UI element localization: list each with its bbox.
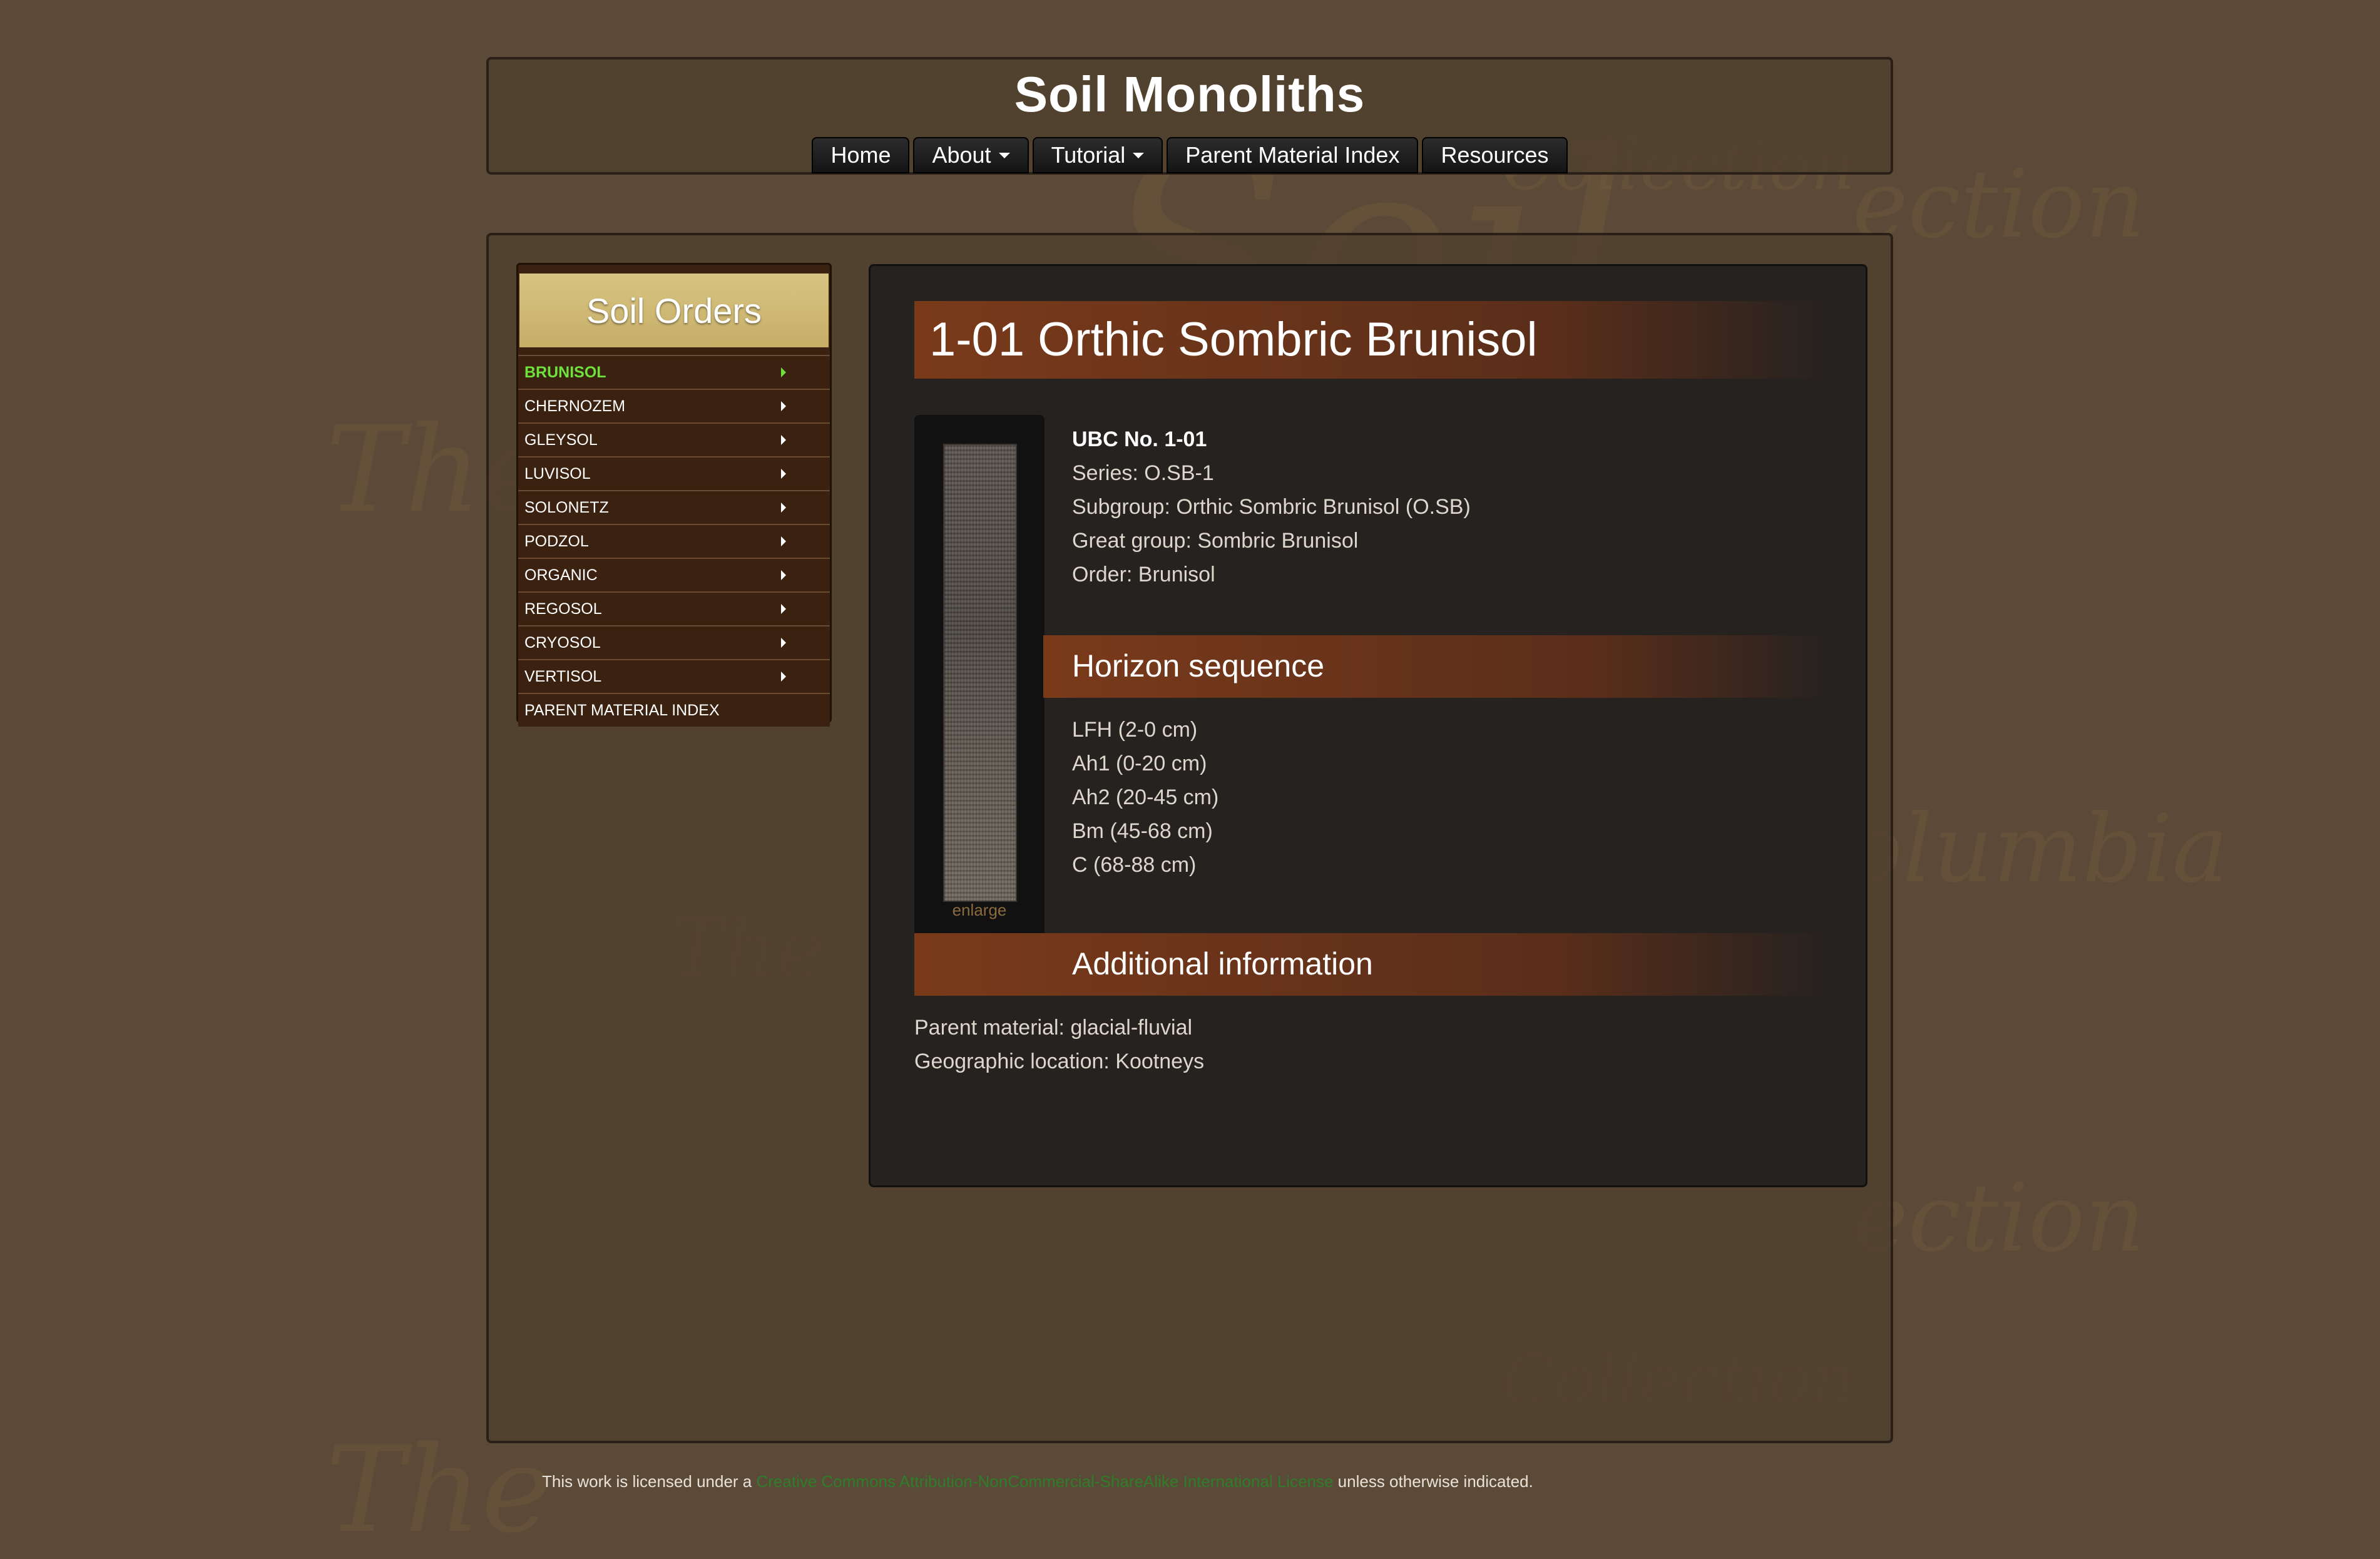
order: Order: Brunisol	[1072, 563, 1215, 586]
sidebar-item-label: GLEYSOL	[524, 431, 598, 449]
sidebar-heading: Soil Orders	[519, 273, 829, 347]
soil-monolith-image[interactable]	[943, 444, 1017, 902]
nav-tutorial-label: Tutorial	[1051, 142, 1126, 168]
sidebar-item-organic[interactable]: ORGANIC	[518, 558, 830, 591]
sidebar-item-brunisol[interactable]: BRUNISOL	[518, 355, 830, 389]
watermark-text: ection	[1852, 150, 2145, 259]
sidebar-item-label: VERTISOL	[524, 667, 602, 685]
sidebar-item-label: CHERNOZEM	[524, 397, 626, 415]
nav-about-label: About	[932, 142, 991, 168]
sidebar-item-label: CRYOSOL	[524, 633, 601, 652]
caret-right-icon	[781, 672, 786, 682]
caret-right-icon	[781, 638, 786, 648]
geographic-location: Geographic location: Kootneys	[914, 1050, 1205, 1073]
sidebar-item-label: PARENT MATERIAL INDEX	[524, 701, 720, 719]
horizon-sequence-heading: Horizon sequence	[1072, 648, 1325, 683]
horizon-item: LFH (2-0 cm)	[1072, 718, 1198, 742]
parent-material: Parent material: glacial-fluvial	[914, 1016, 1193, 1040]
nav-about[interactable]: About	[913, 137, 1029, 173]
caret-right-icon	[781, 604, 786, 614]
horizon-item: Ah2 (20-45 cm)	[1072, 785, 1219, 809]
monolith-title-bar: 1-01 Orthic Sombric Brunisol	[914, 301, 1828, 379]
sidebar-item-label: SOLONETZ	[524, 498, 609, 516]
sidebar-item-chernozem[interactable]: CHERNOZEM	[518, 389, 830, 422]
sidebar-item-vertisol[interactable]: VERTISOL	[518, 659, 830, 693]
footer-suffix: unless otherwise indicated.	[1333, 1472, 1533, 1491]
main-container: Soil Orders BRUNISOL CHERNOZEM GLEYSOL L…	[486, 233, 1893, 1443]
caret-down-icon	[998, 152, 1010, 158]
sidebar-item-label: BRUNISOL	[524, 363, 606, 381]
enlarge-link[interactable]: enlarge	[914, 901, 1044, 920]
footer-prefix: This work is licensed under a	[542, 1472, 757, 1491]
watermark-text: ection	[1852, 1164, 2145, 1273]
sidebar-item-podzol[interactable]: PODZOL	[518, 524, 830, 558]
sidebar-item-regosol[interactable]: REGOSOL	[518, 591, 830, 625]
sidebar-item-label: ORGANIC	[524, 566, 598, 584]
caret-right-icon	[781, 503, 786, 513]
nav-parent-material-index[interactable]: Parent Material Index	[1167, 137, 1419, 173]
monolith-info: UBC No. 1-01 Series: O.SB-1 Subgroup: Or…	[1072, 422, 1471, 591]
caret-right-icon	[781, 469, 786, 479]
additional-info-heading: Additional information	[1072, 946, 1373, 981]
page-title: 1-01 Orthic Sombric Brunisol	[929, 313, 1538, 366]
horizon-item: Bm (45-68 cm)	[1072, 819, 1213, 843]
caret-right-icon	[781, 435, 786, 445]
nav-home[interactable]: Home	[812, 137, 910, 173]
monolith-content-panel: 1-01 Orthic Sombric Brunisol enlarge UBC…	[869, 264, 1867, 1187]
horizon-sequence-bar: Horizon sequence	[1043, 635, 1829, 698]
nav-resources[interactable]: Resources	[1422, 137, 1568, 173]
horizon-list: LFH (2-0 cm) Ah1 (0-20 cm) Ah2 (20-45 cm…	[1072, 713, 1218, 882]
additional-info-list: Parent material: glacial-fluvial Geograp…	[914, 1011, 1204, 1078]
caret-right-icon	[781, 570, 786, 580]
sidebar-item-parent-material-index[interactable]: PARENT MATERIAL INDEX	[518, 693, 830, 727]
great-group: Great group: Sombric Brunisol	[1072, 529, 1359, 553]
subgroup: Subgroup: Orthic Sombric Brunisol (O.SB)	[1072, 495, 1471, 519]
sidebar-item-solonetz[interactable]: SOLONETZ	[518, 490, 830, 524]
ubc-number: UBC No. 1-01	[1072, 427, 1207, 451]
caret-right-icon	[781, 536, 786, 546]
series: Series: O.SB-1	[1072, 461, 1214, 485]
sidebar-item-label: PODZOL	[524, 532, 589, 550]
sidebar-item-gleysol[interactable]: GLEYSOL	[518, 422, 830, 456]
nav-parent-material-index-label: Parent Material Index	[1185, 142, 1400, 168]
caret-right-icon	[781, 401, 786, 411]
watermark-text: olumbia	[1846, 795, 2229, 904]
sidebar-item-luvisol[interactable]: LUVISOL	[518, 456, 830, 490]
sidebar-item-label: REGOSOL	[524, 600, 602, 618]
site-header: Soil Monoliths Home About Tutorial Paren…	[486, 57, 1893, 175]
main-navbar: Home About Tutorial Parent Material Inde…	[489, 137, 1891, 173]
soil-orders-sidebar: Soil Orders BRUNISOL CHERNOZEM GLEYSOL L…	[516, 263, 832, 727]
license-link[interactable]: Creative Commons Attribution-NonCommerci…	[756, 1472, 1333, 1491]
sidebar-item-cryosol[interactable]: CRYOSOL	[518, 625, 830, 659]
horizon-item: C (68-88 cm)	[1072, 853, 1197, 877]
caret-down-icon	[1133, 152, 1145, 158]
nav-resources-label: Resources	[1441, 142, 1549, 168]
sidebar-item-label: LUVISOL	[524, 464, 591, 483]
additional-info-bar: Additional information	[914, 933, 1829, 996]
footer-license: This work is licensed under a Creative C…	[542, 1472, 1533, 1491]
nav-home-label: Home	[830, 142, 891, 168]
caret-right-icon	[781, 367, 786, 377]
monolith-image-card: enlarge	[914, 415, 1044, 954]
nav-tutorial[interactable]: Tutorial	[1032, 137, 1163, 173]
horizon-item: Ah1 (0-20 cm)	[1072, 752, 1207, 775]
site-title: Soil Monoliths	[1014, 66, 1366, 122]
